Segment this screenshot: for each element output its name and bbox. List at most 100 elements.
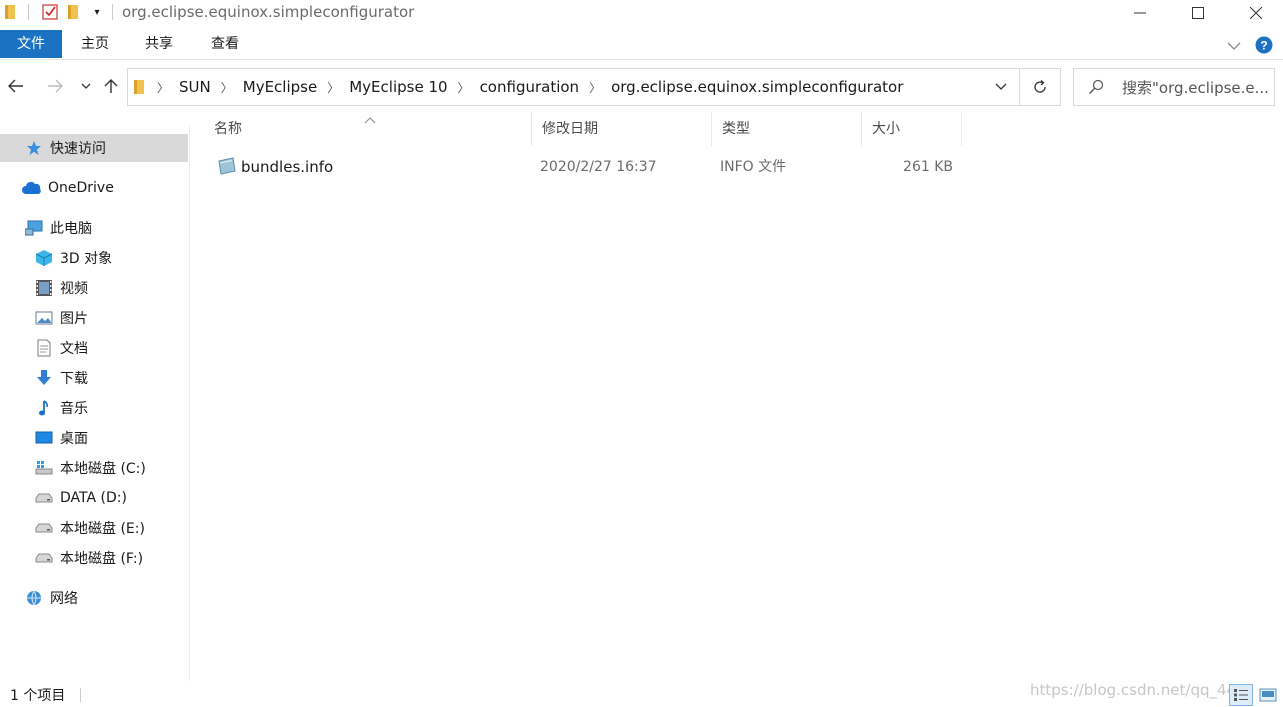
svg-text:?: ? bbox=[1260, 39, 1267, 53]
sidebar-item-label: 3D 对象 bbox=[60, 251, 113, 267]
watermark-text: https://blog.csdn.net/qq_44 bbox=[1030, 681, 1237, 699]
column-header-modified[interactable]: 修改日期 bbox=[532, 112, 712, 146]
refresh-button[interactable] bbox=[1020, 69, 1060, 105]
title-bar: ▾ org.eclipse.equinox.simpleconfigurator bbox=[0, 0, 1283, 26]
column-header-name[interactable]: 名称 bbox=[204, 112, 532, 146]
file-icon bbox=[216, 157, 236, 179]
sidebar-item-this-pc[interactable]: 此电脑 bbox=[0, 214, 188, 242]
sidebar-item-network[interactable]: 网络 bbox=[0, 584, 188, 612]
sidebar-item-label: OneDrive bbox=[48, 180, 114, 196]
column-header-type[interactable]: 类型 bbox=[712, 112, 862, 146]
search-icon bbox=[1088, 79, 1104, 95]
navigation-pane: 快速访问 OneDrive 此电脑 3D 对象 视频 图片 文档 下载 音乐 桌… bbox=[0, 126, 190, 681]
sidebar-item-onedrive[interactable]: OneDrive bbox=[0, 174, 188, 202]
sidebar-item-drive-e[interactable]: 本地磁盘 (E:) bbox=[0, 514, 188, 542]
up-button[interactable] bbox=[101, 76, 121, 96]
sidebar-item-label: 快速访问 bbox=[50, 141, 106, 157]
help-icon[interactable]: ? bbox=[1255, 36, 1273, 58]
customize-quick-access-icon[interactable]: ▾ bbox=[90, 3, 104, 21]
sidebar-item-label: 桌面 bbox=[60, 431, 88, 447]
breadcrumb-item[interactable]: MyEclipse 10 bbox=[344, 78, 452, 96]
file-type: INFO 文件 bbox=[720, 159, 787, 175]
sidebar-item-desktop[interactable]: 桌面 bbox=[0, 424, 188, 452]
search-box[interactable]: 搜索"org.eclipse.e... bbox=[1073, 68, 1275, 106]
search-input[interactable]: 搜索"org.eclipse.e... bbox=[1122, 77, 1269, 98]
picture-icon bbox=[34, 308, 54, 328]
sidebar-item-label: 音乐 bbox=[60, 401, 88, 417]
sidebar-item-label: 本地磁盘 (C:) bbox=[60, 461, 146, 477]
navigation-bar: 〉 SUN 〉 MyEclipse 〉 MyEclipse 10 〉 confi… bbox=[0, 64, 1283, 108]
cloud-icon bbox=[22, 178, 42, 198]
sidebar-item-label: 下载 bbox=[60, 371, 88, 387]
file-modified: 2020/2/27 16:37 bbox=[540, 159, 657, 175]
back-button[interactable] bbox=[6, 76, 26, 96]
large-icons-view-button[interactable] bbox=[1256, 684, 1280, 706]
file-name[interactable]: bundles.info bbox=[241, 152, 333, 182]
breadcrumb-separator-icon[interactable]: 〉 bbox=[322, 79, 344, 96]
network-icon bbox=[24, 588, 44, 608]
sidebar-item-label: DATA (D:) bbox=[60, 490, 127, 506]
address-bar[interactable]: 〉 SUN 〉 MyEclipse 〉 MyEclipse 10 〉 confi… bbox=[127, 68, 1061, 106]
sidebar-item-documents[interactable]: 文档 bbox=[0, 334, 188, 362]
sidebar-item-label: 此电脑 bbox=[50, 221, 92, 237]
new-folder-icon[interactable] bbox=[66, 3, 82, 21]
item-count: 1 个项目 bbox=[10, 688, 66, 704]
sidebar-item-label: 网络 bbox=[50, 591, 78, 607]
desktop-icon bbox=[34, 428, 54, 448]
ribbon: 文件 主页 共享 查看 ? bbox=[0, 28, 1283, 60]
tab-view[interactable]: 查看 bbox=[196, 30, 254, 58]
address-dropdown-button[interactable] bbox=[982, 69, 1020, 105]
file-list: bundles.info 2020/2/27 16:37 INFO 文件 261… bbox=[190, 152, 980, 182]
breadcrumb-item[interactable]: configuration bbox=[475, 78, 585, 96]
breadcrumb-separator-icon[interactable]: 〉 bbox=[216, 79, 238, 96]
sidebar-item-videos[interactable]: 视频 bbox=[0, 274, 188, 302]
maximize-button[interactable] bbox=[1169, 0, 1227, 26]
sidebar-item-drive-c[interactable]: 本地磁盘 (C:) bbox=[0, 454, 188, 482]
column-header-size[interactable]: 大小 bbox=[862, 112, 962, 146]
recent-locations-button[interactable] bbox=[76, 76, 96, 96]
forward-button[interactable] bbox=[45, 76, 65, 96]
sidebar-item-label: 文档 bbox=[60, 341, 88, 357]
minimize-button[interactable] bbox=[1111, 0, 1169, 26]
cube-icon bbox=[34, 248, 54, 268]
sidebar-item-drive-f[interactable]: 本地磁盘 (F:) bbox=[0, 544, 188, 572]
column-headers: 名称 修改日期 类型 大小 bbox=[190, 112, 980, 146]
sidebar-item-label: 视频 bbox=[60, 281, 88, 297]
music-icon bbox=[34, 398, 54, 418]
film-icon bbox=[34, 278, 54, 298]
expand-ribbon-icon[interactable] bbox=[1227, 39, 1241, 55]
sidebar-item-label: 本地磁盘 (E:) bbox=[60, 521, 145, 537]
sidebar-item-drive-d[interactable]: DATA (D:) bbox=[0, 484, 188, 512]
document-icon bbox=[34, 338, 54, 358]
folder-icon bbox=[134, 79, 152, 95]
properties-icon[interactable] bbox=[40, 3, 60, 21]
file-row[interactable]: bundles.info 2020/2/27 16:37 INFO 文件 261… bbox=[190, 152, 980, 182]
file-size: 261 KB bbox=[903, 159, 953, 175]
sidebar-item-label: 图片 bbox=[60, 311, 88, 327]
drive-icon bbox=[34, 488, 54, 508]
sidebar-item-3d-objects[interactable]: 3D 对象 bbox=[0, 244, 188, 272]
tab-home[interactable]: 主页 bbox=[66, 30, 124, 58]
sidebar-item-quick-access[interactable]: 快速访问 bbox=[0, 134, 188, 162]
sidebar-item-pictures[interactable]: 图片 bbox=[0, 304, 188, 332]
drive-icon bbox=[34, 548, 54, 568]
drive-icon bbox=[34, 518, 54, 538]
window-title: org.eclipse.equinox.simpleconfigurator bbox=[122, 3, 415, 21]
star-icon bbox=[24, 138, 44, 158]
details-view-button[interactable] bbox=[1229, 684, 1253, 706]
tab-share[interactable]: 共享 bbox=[130, 30, 188, 58]
breadcrumb-item[interactable]: SUN bbox=[174, 78, 216, 96]
computer-icon bbox=[24, 218, 44, 238]
breadcrumb-separator-icon[interactable]: 〉 bbox=[584, 79, 606, 96]
breadcrumb-separator-icon[interactable]: 〉 bbox=[152, 79, 174, 96]
download-icon bbox=[34, 368, 54, 388]
tab-file[interactable]: 文件 bbox=[0, 30, 62, 58]
close-button[interactable] bbox=[1227, 0, 1283, 26]
breadcrumb-item[interactable]: MyEclipse bbox=[238, 78, 322, 96]
windows-drive-icon bbox=[34, 458, 54, 478]
breadcrumb-item[interactable]: org.eclipse.equinox.simpleconfigurator bbox=[606, 78, 908, 96]
sidebar-item-downloads[interactable]: 下载 bbox=[0, 364, 188, 392]
folder-icon bbox=[4, 3, 18, 21]
breadcrumb-separator-icon[interactable]: 〉 bbox=[453, 79, 475, 96]
sidebar-item-music[interactable]: 音乐 bbox=[0, 394, 188, 422]
